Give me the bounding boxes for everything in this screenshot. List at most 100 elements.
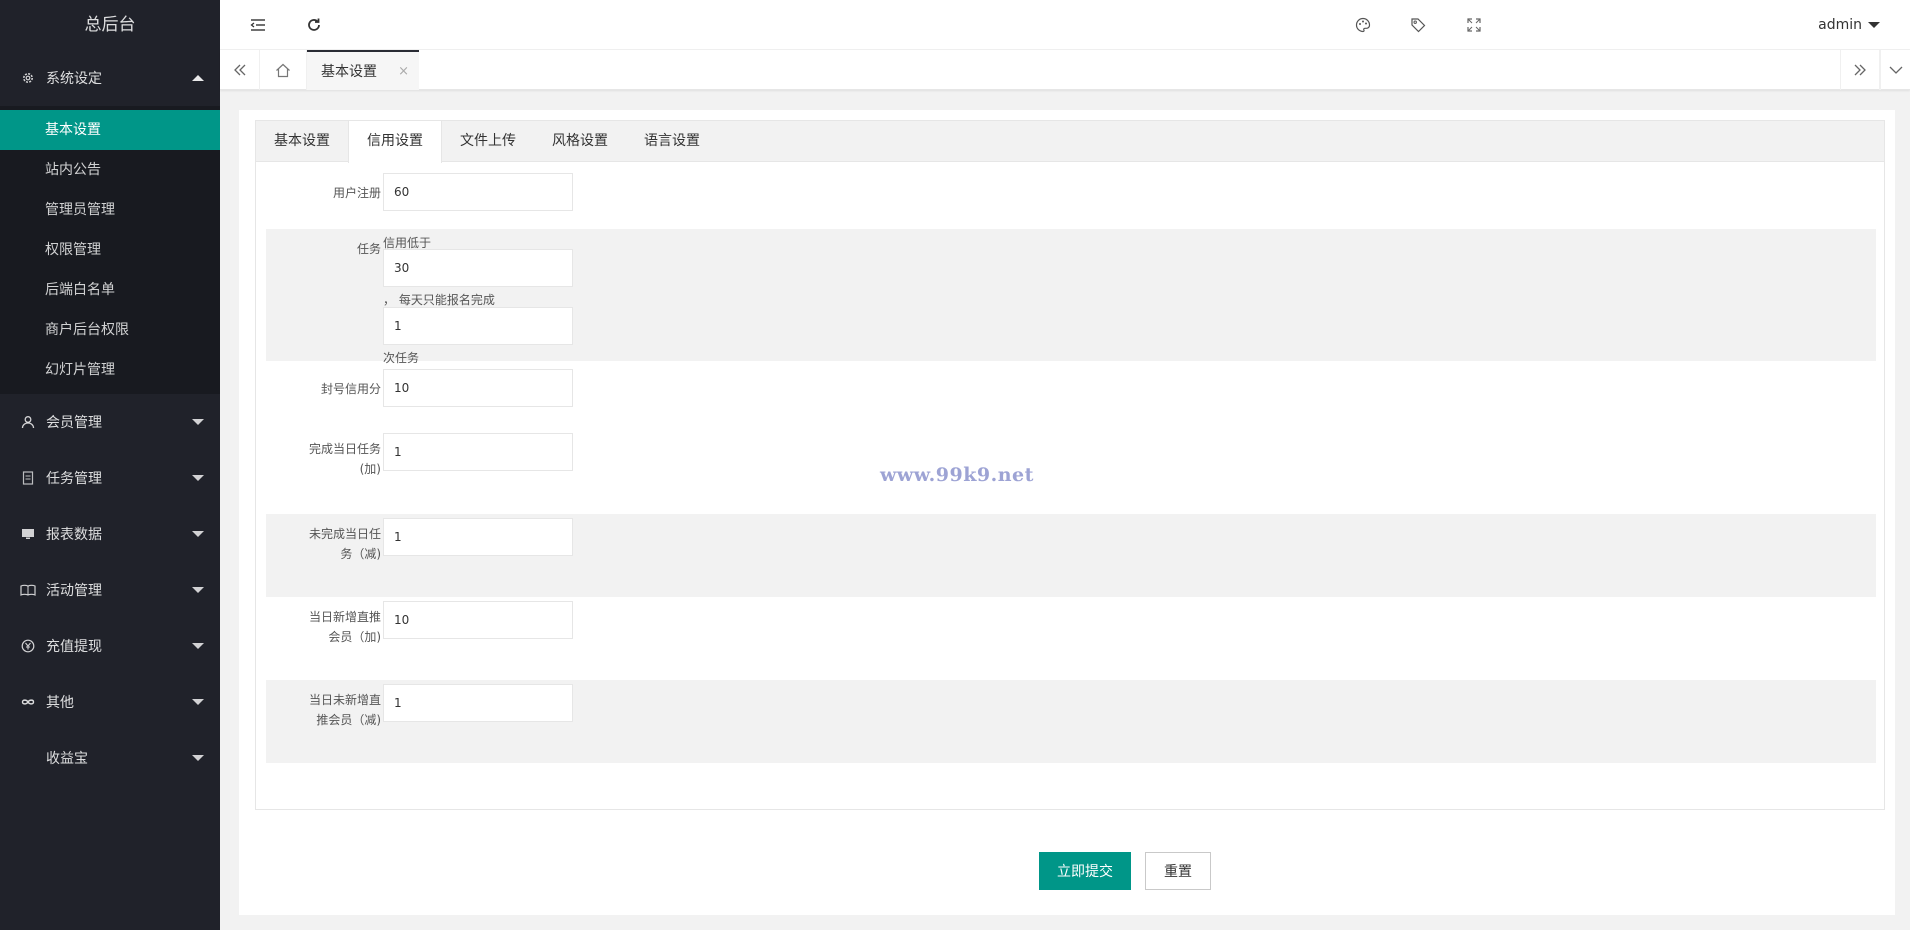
menu-yield[interactable]: 收益宝	[0, 730, 220, 786]
caret-down-icon	[192, 755, 204, 761]
form-row-ban-credit: 封号信用分	[266, 369, 1876, 421]
caret-down-icon	[1868, 22, 1880, 28]
label-line: 完成当日任务	[308, 442, 381, 456]
infinity-icon	[20, 694, 36, 710]
menu-system-settings[interactable]: 系统设定	[0, 50, 220, 106]
blank-icon	[20, 750, 36, 766]
username: admin	[1818, 17, 1862, 33]
menu-label: 收益宝	[46, 751, 88, 767]
task-suffix-text: 次任务	[383, 351, 420, 365]
user-register-input[interactable]	[383, 173, 573, 211]
field-label: 未完成当日任 务（减)	[266, 524, 381, 564]
user-icon	[20, 414, 36, 430]
form-row-incomplete-daily: 未完成当日任 务（减)	[266, 514, 1876, 597]
scroll-right-icon[interactable]	[1840, 50, 1880, 90]
label-line: 推会员（减)	[316, 713, 381, 727]
form-row-user-register: 用户注册	[266, 173, 1876, 221]
tab-basic[interactable]: 基本设置	[256, 121, 348, 162]
refresh-icon[interactable]	[294, 0, 334, 50]
tab-credit[interactable]: 信用设置	[348, 121, 442, 163]
task-middle-text: ， 每天只能报名完成	[383, 293, 495, 307]
menu-other[interactable]: 其他	[0, 674, 220, 730]
sidebar-item-slides[interactable]: 幻灯片管理	[0, 350, 220, 390]
chevron-down-icon[interactable]	[1880, 50, 1910, 90]
sidebar-item-basic-settings[interactable]: 基本设置	[0, 110, 220, 150]
form-row-no-new-direct: 当日未新增直 推会员（减)	[266, 680, 1876, 763]
label-line: 务（减)	[340, 547, 381, 561]
tab-basic-settings[interactable]: 基本设置 ×	[307, 50, 419, 90]
menu-reports[interactable]: 报表数据	[0, 506, 220, 562]
field-label: 任务	[356, 242, 381, 256]
sidebar-item-merchant-permissions[interactable]: 商户后台权限	[0, 310, 220, 350]
menu-recharge-withdraw[interactable]: 充值提现	[0, 618, 220, 674]
task-daily-limit-input[interactable]	[383, 307, 573, 345]
label-line: (加)	[359, 462, 381, 476]
label-line: 当日未新增直	[308, 693, 381, 707]
menu-label: 系统设定	[46, 71, 102, 87]
caret-down-icon	[192, 531, 204, 537]
form-row-complete-daily: 完成当日任务 (加)	[266, 431, 1876, 506]
incomplete-daily-input[interactable]	[383, 518, 573, 556]
form-row-new-direct: 当日新增直推 会员（加)	[266, 597, 1876, 680]
fullscreen-icon[interactable]	[1454, 0, 1494, 50]
menu-label: 报表数据	[46, 527, 102, 543]
sidebar-item-admin-management[interactable]: 管理员管理	[0, 190, 220, 230]
tab-style[interactable]: 风格设置	[534, 121, 626, 162]
sidebar: 总后台 系统设定 基本设置 站内公告 管理员管理 权限管理 后端白名单 商户后台…	[0, 0, 220, 930]
label-line: 当日新增直推	[308, 610, 381, 624]
caret-up-icon	[192, 75, 204, 81]
header: admin	[220, 0, 1910, 50]
tab-language[interactable]: 语言设置	[626, 121, 718, 162]
palette-icon[interactable]	[1343, 0, 1383, 50]
caret-down-icon	[192, 699, 204, 705]
monitor-icon	[20, 526, 36, 542]
watermark: www.99k9.net	[880, 464, 1034, 486]
submenu: 基本设置 站内公告 管理员管理 权限管理 后端白名单 商户后台权限 幻灯片管理	[0, 106, 220, 394]
label-line: 未完成当日任	[308, 527, 381, 541]
menu-label: 任务管理	[46, 471, 102, 487]
menu-label: 会员管理	[46, 415, 102, 431]
menu-fold-icon[interactable]	[238, 0, 278, 50]
tag-icon[interactable]	[1398, 0, 1438, 50]
caret-down-icon	[192, 475, 204, 481]
menu-tasks[interactable]: 任务管理	[0, 450, 220, 506]
complete-daily-input[interactable]	[383, 433, 573, 471]
task-credit-threshold-input[interactable]	[383, 249, 573, 287]
label-line: 会员（加)	[328, 630, 381, 644]
submit-button[interactable]: 立即提交	[1039, 852, 1131, 890]
sidebar-item-announcements[interactable]: 站内公告	[0, 150, 220, 190]
close-icon[interactable]: ×	[398, 64, 409, 79]
field-label: 封号信用分	[320, 382, 381, 396]
menu-members[interactable]: 会员管理	[0, 394, 220, 450]
tab-upload[interactable]: 文件上传	[442, 121, 534, 162]
menu-label: 活动管理	[46, 583, 102, 599]
document-icon	[20, 470, 36, 486]
field-label: 当日未新增直 推会员（减)	[266, 690, 381, 730]
field-label: 完成当日任务 (加)	[266, 439, 381, 479]
main-content: 基本设置 信用设置 文件上传 风格设置 语言设置 用户注册 任务 信用低于 ， …	[239, 110, 1895, 915]
caret-down-icon	[192, 419, 204, 425]
book-icon	[20, 582, 36, 598]
menu-activities[interactable]: 活动管理	[0, 562, 220, 618]
caret-down-icon	[192, 643, 204, 649]
scroll-left-icon[interactable]	[220, 50, 260, 90]
tab-label: 基本设置	[321, 64, 377, 80]
ban-credit-input[interactable]	[383, 369, 573, 407]
menu-label: 其他	[46, 695, 74, 711]
settings-card: 基本设置 信用设置 文件上传 风格设置 语言设置 用户注册 任务 信用低于 ， …	[255, 120, 1885, 810]
new-direct-input[interactable]	[383, 601, 573, 639]
logo[interactable]: 总后台	[0, 0, 220, 50]
menu-label: 充值提现	[46, 639, 102, 655]
user-menu[interactable]: admin	[1818, 0, 1880, 50]
no-new-direct-input[interactable]	[383, 684, 573, 722]
reset-button[interactable]: 重置	[1145, 852, 1211, 890]
sidebar-item-permissions[interactable]: 权限管理	[0, 230, 220, 270]
gear-icon	[20, 70, 36, 86]
page-tabs-bar: 基本设置 ×	[220, 50, 1910, 90]
sidebar-item-whitelist[interactable]: 后端白名单	[0, 270, 220, 310]
currency-icon	[20, 638, 36, 654]
settings-tabs: 基本设置 信用设置 文件上传 风格设置 语言设置	[256, 121, 1884, 163]
field-label: 用户注册	[332, 186, 381, 200]
home-icon[interactable]	[260, 50, 307, 90]
form-row-task: 任务 信用低于 ， 每天只能报名完成 次任务	[266, 229, 1876, 365]
